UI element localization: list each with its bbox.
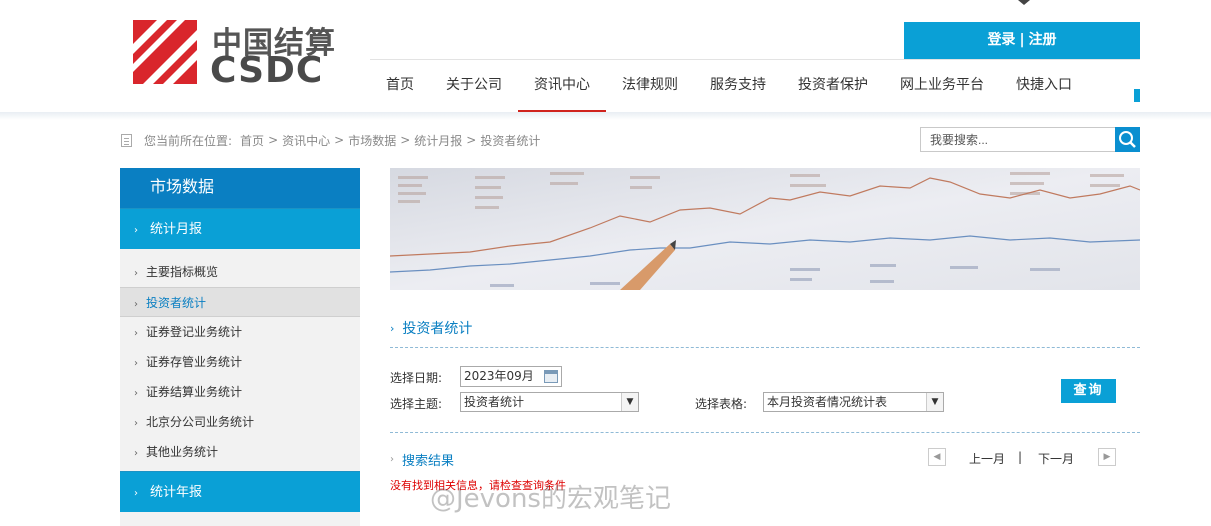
dashed-divider [390,347,1140,348]
logo-english-text: CSDC [210,50,324,91]
sidebar-item-label: 主要指标概览 [146,265,219,279]
sidebar-category-label: 统计月报 [150,222,203,237]
breadcrumb-market-data[interactable]: 市场数据 [348,132,396,149]
chevron-down-icon: ▼ [926,393,943,411]
market-banner-image [390,168,1140,290]
sidebar-item-other[interactable]: › 其他业务统计 [120,437,360,467]
sidebar-item-registration[interactable]: › 证券登记业务统计 [120,317,360,347]
nav-item-services[interactable]: 服务支持 [694,60,782,112]
chevron-right-icon: › [134,388,138,399]
search-input[interactable] [920,127,1116,152]
sidebar-title: 市场数据 [120,168,360,208]
chevron-right-icon: › [390,321,395,335]
logo-mark-icon [133,20,197,84]
chevron-right-icon: › [134,268,138,279]
page: 中国结算 CSDC 登录 | 注册 首页 关于公司 资讯中心 法律规则 服务支持 投… [0,0,1211,526]
chevron-down-icon: ▼ [621,393,638,411]
chevron-right-icon: › [134,488,138,499]
chevron-right-icon: › [134,418,138,429]
table-value: 本月投资者情况统计表 [767,395,888,409]
sidebar-item-label: 证券结算业务统计 [146,385,243,399]
dropdown-arrow-icon [1018,0,1030,5]
date-picker[interactable]: 2023年09月 [460,366,562,387]
main-nav: 首页 关于公司 资讯中心 法律规则 服务支持 投资者保护 网上业务平台 快捷入口 [370,60,1088,114]
header-shadow [0,112,1211,120]
search-icon [1119,131,1136,148]
breadcrumb-separator: > [268,133,279,147]
breadcrumb-prefix: 您当前所在位置: [144,133,233,148]
sidebar-category-label: 统计年报 [150,485,203,500]
breadcrumb-separator: > [334,133,345,147]
calendar-icon[interactable] [544,370,558,383]
sidebar-item-label: 证券登记业务统计 [146,325,243,339]
sidebar-item-label: 北京分公司业务统计 [146,415,255,429]
sidebar-category-monthly[interactable]: › 统计月报 [120,208,360,249]
nav-item-home[interactable]: 首页 [370,60,430,112]
sidebar-item-depository[interactable]: › 证券存管业务统计 [120,347,360,377]
topic-label: 选择主题: [390,397,443,411]
sidebar-item-label: 证券存管业务统计 [146,355,243,369]
table-select[interactable]: 本月投资者情况统计表 ▼ [763,392,944,412]
nav-item-quick-access[interactable]: 快捷入口 [1000,60,1088,112]
nav-scroll-indicator[interactable] [1134,89,1140,102]
prev-month-link[interactable]: 上一月 [969,450,1005,467]
section-title-text: 投资者统计 [402,321,473,337]
nav-item-online-platform[interactable]: 网上业务平台 [884,60,1000,112]
results-title-text: 搜索结果 [402,454,455,469]
chevron-right-icon: › [134,358,138,369]
register-link[interactable]: 注册 [1029,32,1057,48]
sidebar-item-beijing-branch[interactable]: › 北京分公司业务统计 [120,407,360,437]
nav-item-laws[interactable]: 法律规则 [606,60,694,112]
sidebar: 市场数据 › 统计月报 › 主要指标概览 › 投资者统计 › 证券登记业务统计 › 证券存… [120,168,360,526]
breadcrumb-separator: > [400,133,411,147]
sidebar-item-investor-stats[interactable]: › 投资者统计 [120,287,360,317]
breadcrumb-investor-stats[interactable]: 投资者统计 [480,132,540,149]
sidebar-list: › 主要指标概览 › 投资者统计 › 证券登记业务统计 › 证券存管业务统计 › 证券结算… [120,249,360,467]
next-month-link[interactable]: 下一月 [1038,450,1074,467]
breadcrumb-news-center[interactable]: 资讯中心 [282,132,330,149]
sidebar-item-label: 其他业务统计 [146,445,219,459]
sidebar-item-overview[interactable]: › 主要指标概览 [120,257,360,287]
stock-chart-banner [390,168,1140,290]
search-button[interactable] [1115,127,1140,152]
dashed-divider [390,432,1140,433]
sidebar-category-annual[interactable]: › 统计年报 [120,471,360,512]
date-value: 2023年09月 [464,369,534,383]
prev-month-arrow-icon[interactable]: ◀ [928,448,946,466]
login-link[interactable]: 登录 [987,32,1015,48]
chevron-right-icon: › [134,225,138,236]
chevron-right-icon: › [134,448,138,459]
watermark: @Jevons的宏观笔记 [430,484,671,514]
chevron-right-icon: › [134,299,138,310]
next-month-arrow-icon[interactable]: ▶ [1098,448,1116,466]
breadcrumb-home[interactable]: 首页 [240,132,264,149]
topic-value: 投资者统计 [464,395,525,409]
login-separator: | [1019,32,1025,48]
breadcrumb-monthly-report[interactable]: 统计月报 [414,132,462,149]
login-register-bar: 登录 | 注册 [904,22,1140,59]
nav-item-investor-protection[interactable]: 投资者保护 [782,60,884,112]
nav-item-about[interactable]: 关于公司 [430,60,518,112]
sidebar-item-settlement[interactable]: › 证券结算业务统计 [120,377,360,407]
topic-select[interactable]: 投资者统计 ▼ [460,392,639,412]
table-label: 选择表格: [695,397,748,411]
chevron-right-icon: › [390,454,394,465]
pager-separator: | [1018,450,1023,464]
document-icon [121,133,132,147]
date-label: 选择日期: [390,371,443,385]
section-title: › 投资者统计 [390,318,472,338]
breadcrumb: 您当前所在位置: 首页 > 资讯中心 > 市场数据 > 统计月报 > 投资者统计 [121,131,540,149]
chevron-right-icon: › [134,328,138,339]
results-title: › 搜索结果 [390,450,454,469]
csdc-logo[interactable]: 中国结算 CSDC [133,20,343,91]
query-button[interactable]: 查询 [1061,379,1116,403]
nav-item-news-center[interactable]: 资讯中心 [518,60,606,114]
site-header: 中国结算 CSDC 登录 | 注册 首页 关于公司 资讯中心 法律规则 服务支持 投… [0,0,1211,114]
sidebar-item-label: 投资者统计 [146,296,207,310]
breadcrumb-separator: > [466,133,477,147]
